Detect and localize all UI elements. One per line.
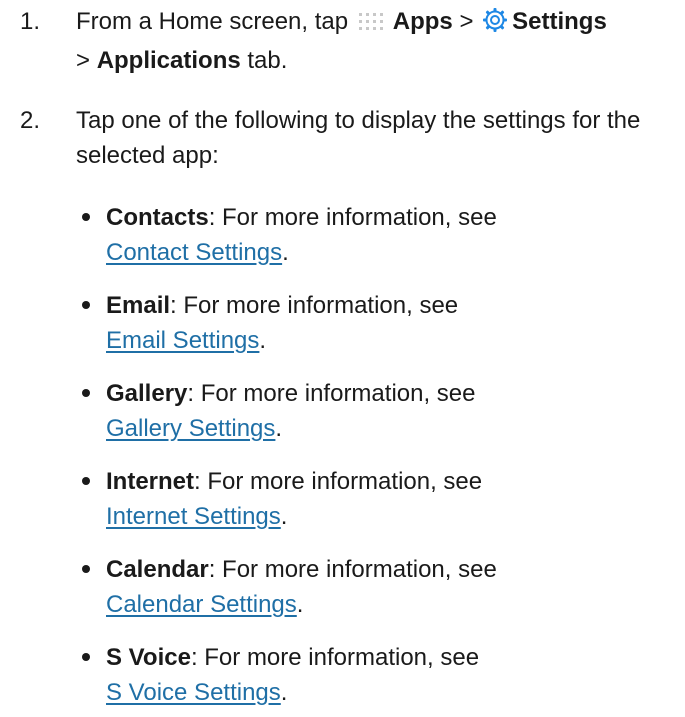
settings-gear-icon — [482, 7, 508, 43]
list-item-text: Calendar: For more information, see Cale… — [106, 552, 676, 622]
step-1-prefix: From a Home screen, tap — [76, 8, 349, 35]
step-number: 1. — [20, 8, 41, 35]
step-1-text: From a Home screen, tap Apps > Settings … — [76, 4, 676, 78]
app-name: S Voice — [106, 644, 191, 671]
app-desc: : For more information, see — [208, 556, 497, 583]
gallery-settings-link[interactable]: Gallery Settings — [106, 415, 275, 442]
app-name: Email — [106, 292, 171, 319]
app-name: Internet — [106, 468, 195, 495]
app-desc: : For more information, see — [190, 644, 480, 671]
bullet-dot — [82, 389, 90, 397]
calendar-settings-link[interactable]: Calendar Settings — [106, 591, 297, 618]
list-item-text: Email: For more information, see Email S… — [106, 288, 676, 358]
settings-label: Settings — [512, 8, 607, 35]
list-item-text: Contacts: For more information, see Cont… — [106, 200, 676, 270]
separator: > — [459, 8, 474, 35]
email-settings-link[interactable]: Email Settings — [106, 327, 259, 354]
step-2-text: Tap one of the following to display the … — [76, 107, 641, 169]
period: . — [275, 415, 283, 442]
tab-suffix: tab. — [247, 47, 288, 74]
period: . — [280, 503, 288, 530]
app-desc: : For more information, see — [194, 468, 483, 495]
bullet-dot — [82, 565, 90, 573]
app-desc: : For more information, see — [170, 292, 459, 319]
period: . — [282, 239, 289, 266]
contact-settings-link[interactable]: Contact Settings — [106, 239, 282, 266]
apps-grid-icon — [357, 8, 389, 43]
bullet-dot — [82, 213, 90, 221]
list-item-text: Gallery: For more information, see Galle… — [106, 376, 676, 446]
internet-settings-link[interactable]: Internet Settings — [106, 503, 281, 530]
list-item-text: S Voice: For more information, see S Voi… — [106, 640, 676, 710]
period: . — [280, 679, 288, 706]
app-name: Contacts — [106, 204, 209, 231]
apps-label: Apps — [392, 8, 453, 35]
instructions-page: 1. From a Home screen, tap Apps > Settin… — [0, 0, 685, 717]
app-name: Calendar — [106, 556, 209, 583]
separator: > — [76, 47, 91, 74]
bullet-dot — [82, 653, 90, 661]
step-number: 2. — [20, 107, 41, 134]
s-voice-settings-link[interactable]: S Voice Settings — [106, 679, 281, 706]
period: . — [296, 591, 304, 618]
list-item-text: Internet: For more information, see Inte… — [106, 464, 676, 534]
bullet-dot — [82, 301, 90, 309]
app-desc: : For more information, see — [208, 204, 497, 231]
applications-tab-label: Applications — [96, 47, 241, 74]
app-name: Gallery — [106, 380, 188, 407]
period: . — [259, 327, 267, 354]
bullet-dot — [82, 477, 90, 485]
app-desc: : For more information, see — [187, 380, 476, 407]
